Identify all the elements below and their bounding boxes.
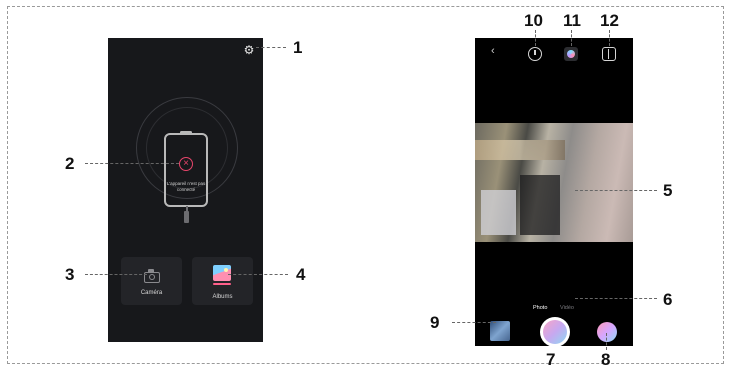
preview-detail xyxy=(475,140,565,160)
preview-detail xyxy=(481,190,516,235)
callout-1: 1 xyxy=(293,38,303,57)
leader-10 xyxy=(535,30,536,46)
color-palette-icon[interactable] xyxy=(564,47,578,61)
leader-2 xyxy=(85,163,179,164)
callout-8: 8 xyxy=(601,350,611,369)
album-underline xyxy=(213,283,231,285)
filter-button[interactable] xyxy=(597,322,617,342)
callout-7: 7 xyxy=(546,350,556,369)
photo-album-icon xyxy=(213,265,231,281)
preview-detail xyxy=(520,175,560,235)
connection-status-text: L'appareil n'est pas connecté xyxy=(166,181,206,192)
connector-icon xyxy=(184,211,189,223)
gear-icon[interactable]: ⚙ xyxy=(243,44,255,56)
albums-tile-label: Albums xyxy=(212,294,233,300)
callout-12: 12 xyxy=(600,11,619,30)
mode-photo[interactable]: Photo xyxy=(533,305,547,311)
album-sun xyxy=(224,268,228,272)
camera-lens xyxy=(149,274,155,280)
leader-8 xyxy=(606,333,607,350)
callout-9: 9 xyxy=(430,313,440,332)
callout-11: 11 xyxy=(563,11,581,30)
leader-3 xyxy=(85,274,147,275)
callout-3: 3 xyxy=(65,265,75,284)
leader-9 xyxy=(452,322,496,323)
x-circle-icon: × xyxy=(179,157,193,171)
mode-video[interactable]: Vidéo xyxy=(560,305,574,311)
camera-tile-label: Caméra xyxy=(140,290,163,296)
back-chevron-icon[interactable]: ‹ xyxy=(491,46,495,57)
leader-1 xyxy=(256,47,286,48)
callout-2: 2 xyxy=(65,154,75,173)
leader-11 xyxy=(571,30,572,46)
phone-notch xyxy=(180,131,192,134)
gallery-thumbnail[interactable] xyxy=(490,321,510,341)
callout-6: 6 xyxy=(663,290,673,309)
layout-icon[interactable] xyxy=(602,47,616,61)
leader-12 xyxy=(609,30,610,46)
shutter-inner xyxy=(543,320,567,344)
leader-4 xyxy=(228,274,288,275)
callout-5: 5 xyxy=(663,181,673,200)
callout-10: 10 xyxy=(524,11,543,30)
leader-6 xyxy=(575,298,657,299)
leader-5 xyxy=(575,190,657,191)
timer-hand xyxy=(534,50,536,55)
callout-4: 4 xyxy=(296,265,306,284)
